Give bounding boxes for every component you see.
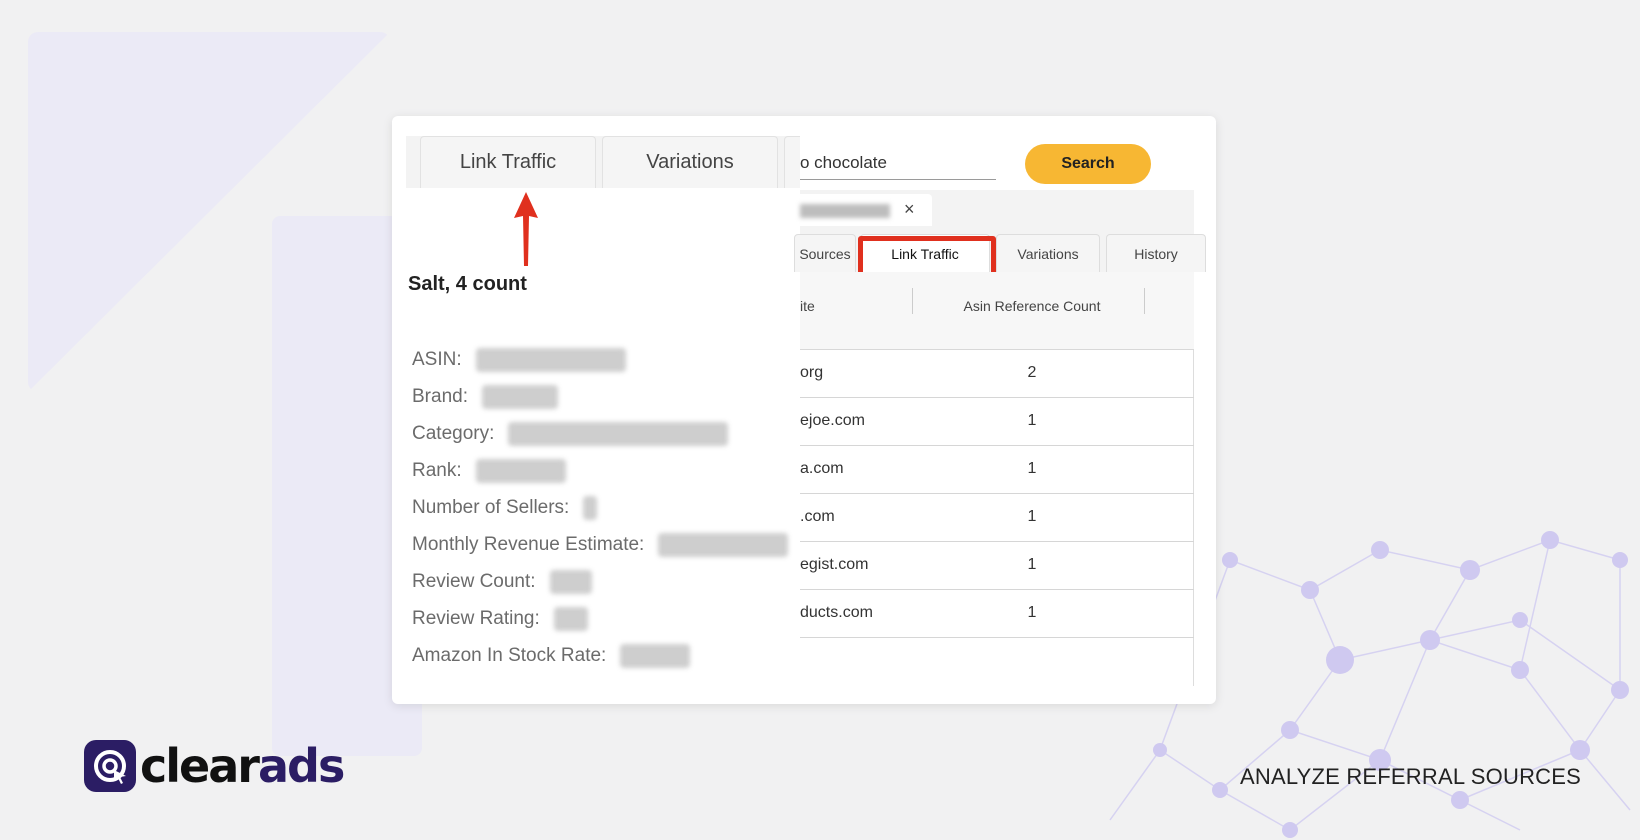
table-row[interactable]: ducts.com 1 <box>800 590 1194 638</box>
tab-variations[interactable]: Variations <box>996 234 1100 272</box>
product-title: Salt, 4 count <box>408 273 527 295</box>
brand-logo: clearads <box>84 740 345 792</box>
logo-suffix: ads <box>257 739 345 793</box>
field-label: Number of Sellers: <box>412 496 570 518</box>
cell-site: ejoe.com <box>800 412 865 429</box>
cell-count: 1 <box>1027 460 1037 477</box>
field-review-rating: Review Rating: <box>412 600 788 637</box>
redacted-value <box>620 643 691 668</box>
field-asin: ASIN: <box>412 341 788 378</box>
field-label: Review Rating: <box>412 607 540 629</box>
column-divider <box>912 288 913 314</box>
search-bar: o chocolate Search <box>800 136 1194 190</box>
tab-sources[interactable]: Sources <box>794 234 856 272</box>
cell-site: a.com <box>800 460 844 477</box>
link-traffic-pane: o chocolate Search × Sources Link Traffi… <box>794 136 1206 686</box>
tagline: ANALYZE REFERRAL SOURCES <box>1240 764 1581 789</box>
column-header-count[interactable]: Asin Reference Count <box>960 298 1104 314</box>
logo-prefix: clear <box>140 739 260 793</box>
field-stock-rate: Amazon In Stock Rate: <box>412 637 788 674</box>
field-category: Category: <box>412 415 788 452</box>
field-label: Review Count: <box>412 570 536 592</box>
close-icon[interactable]: × <box>904 199 915 220</box>
field-label: Category: <box>412 422 495 444</box>
cell-count: 2 <box>1027 364 1037 381</box>
query-chip-row: × <box>800 190 1194 230</box>
table-header: ite Asin Reference Count <box>800 272 1194 350</box>
cell-count: 1 <box>1027 556 1037 573</box>
cell-site: .com <box>800 508 835 525</box>
table-row[interactable]: egist.com 1 <box>800 542 1194 590</box>
redacted-value <box>475 458 566 483</box>
table-row[interactable]: .com 1 <box>800 494 1194 542</box>
field-revenue: Monthly Revenue Estimate: <box>412 526 789 563</box>
field-review-count: Review Count: <box>412 563 788 600</box>
field-label: ASIN: <box>412 348 462 370</box>
field-sellers: Number of Sellers: <box>412 489 788 526</box>
redacted-value <box>658 532 789 557</box>
arrow-up-icon <box>514 192 538 266</box>
product-fields: ASIN: Brand: Category: Rank: Number of S… <box>412 341 789 674</box>
field-rank: Rank: <box>412 452 788 489</box>
tab-history[interactable]: History <box>1106 234 1206 272</box>
at-cursor-icon <box>84 740 136 792</box>
table-row[interactable]: org 2 <box>800 350 1194 398</box>
column-header-site[interactable]: ite <box>800 298 815 314</box>
table-row[interactable]: a.com 1 <box>800 446 1194 494</box>
field-label: Rank: <box>412 459 462 481</box>
redacted-value <box>553 606 588 631</box>
redacted-value <box>549 569 592 594</box>
redacted-value <box>583 495 598 520</box>
redacted-value <box>508 421 729 446</box>
product-detail-pane: Link Traffic Variations Salt, 4 count AS… <box>406 136 814 686</box>
query-chip[interactable]: × <box>800 194 932 226</box>
cell-count: 1 <box>1027 508 1037 525</box>
field-brand: Brand: <box>412 378 788 415</box>
redacted-value <box>481 384 558 409</box>
cell-count: 1 <box>1027 412 1037 429</box>
field-label: Amazon In Stock Rate: <box>412 644 607 666</box>
cell-site: egist.com <box>800 556 869 573</box>
search-input[interactable]: o chocolate <box>800 148 996 180</box>
search-button[interactable]: Search <box>1025 144 1151 184</box>
field-label: Monthly Revenue Estimate: <box>412 533 645 555</box>
tab-variations[interactable]: Variations <box>602 136 778 188</box>
field-label: Brand: <box>412 385 468 407</box>
left-tab-bar: Link Traffic Variations <box>406 136 814 188</box>
logo-wordmark: clearads <box>140 743 345 789</box>
column-divider <box>1144 288 1145 314</box>
redacted-value <box>800 204 890 218</box>
tab-link-traffic[interactable]: Link Traffic <box>420 136 596 188</box>
redacted-value <box>475 347 626 372</box>
table-row[interactable]: ejoe.com 1 <box>800 398 1194 446</box>
cell-site: org <box>800 364 824 381</box>
screenshot-card: Link Traffic Variations Salt, 4 count AS… <box>392 116 1216 704</box>
cell-site: ducts.com <box>800 604 873 621</box>
cell-count: 1 <box>1027 604 1037 621</box>
